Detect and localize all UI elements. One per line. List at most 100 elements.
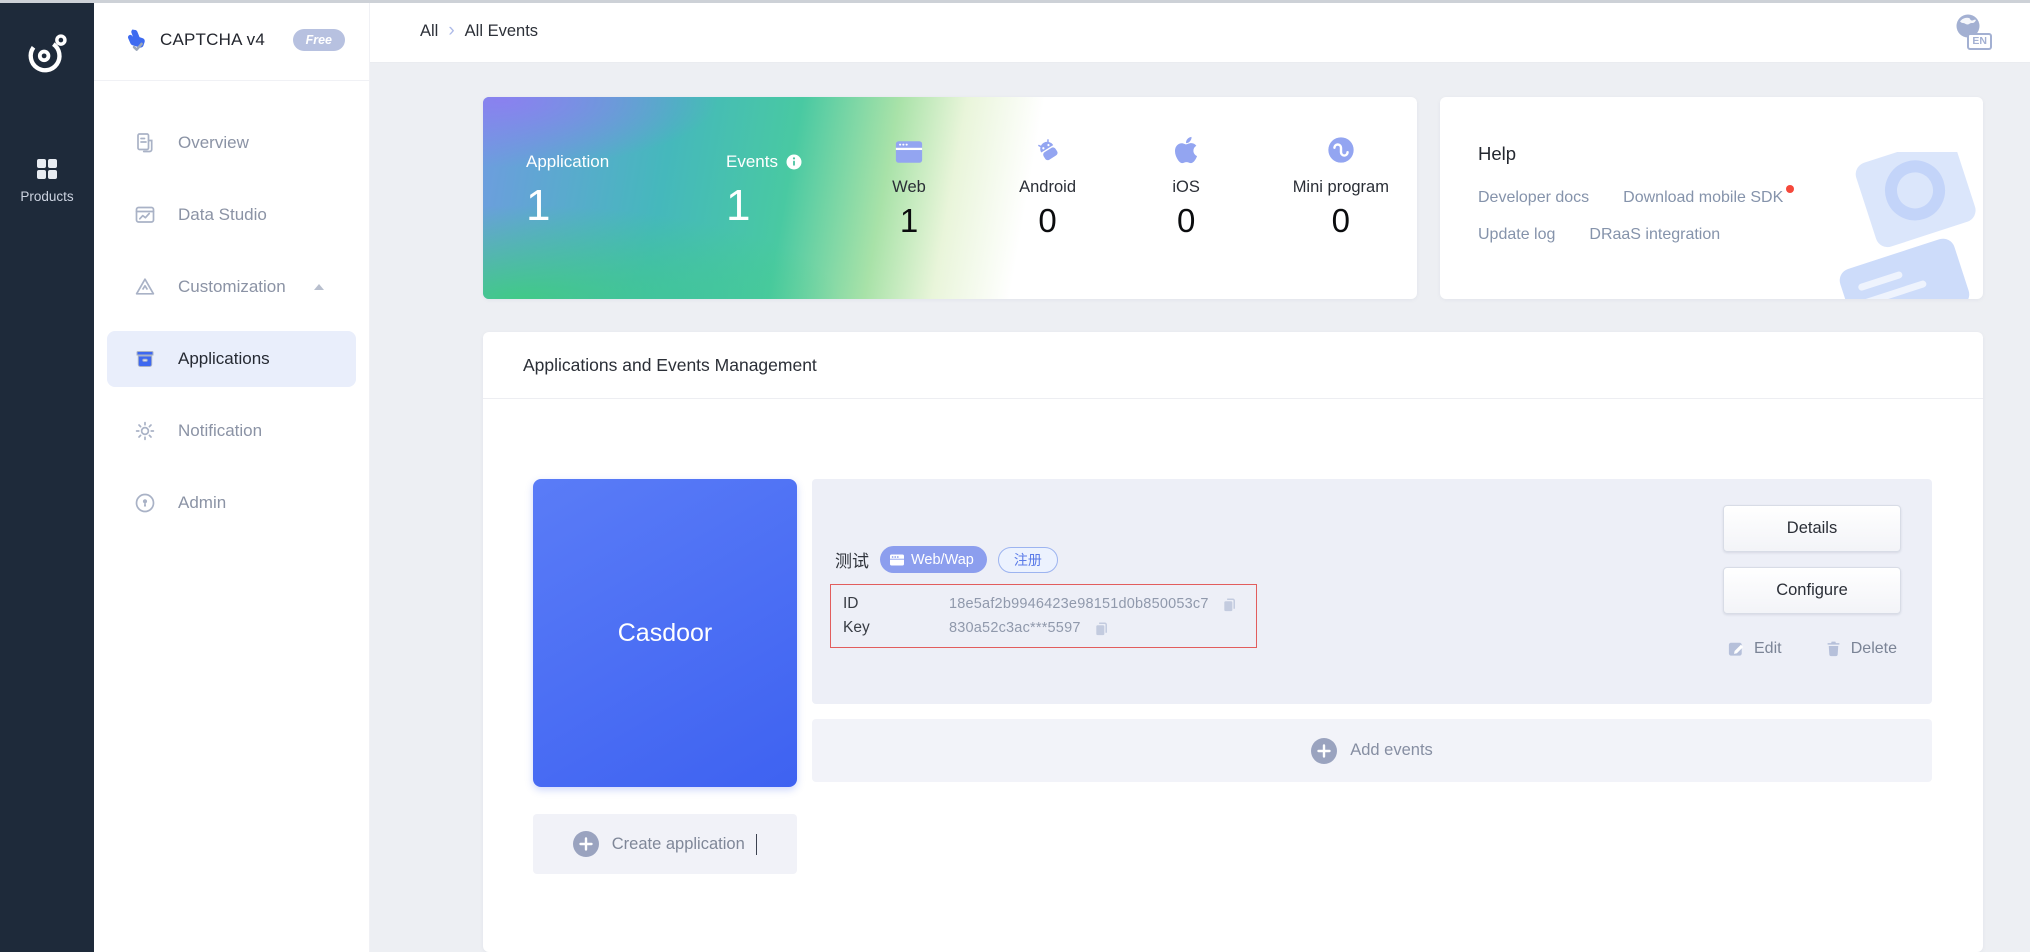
plus-icon [573,831,599,857]
key-label: Key [843,619,949,637]
link-draas-integration[interactable]: DRaaS integration [1589,226,1720,244]
link-update-log[interactable]: Update log [1478,226,1555,244]
topbar: All › All Events EN [370,0,2030,63]
captcha-product-icon [121,27,148,54]
id-label: ID [843,595,949,613]
sidebar-header: CAPTCHA v4 Free [94,0,369,81]
add-events-button[interactable]: Add events [812,719,1932,782]
info-icon[interactable] [786,154,802,170]
web-tag-icon [889,552,905,568]
sidebar-item-data-studio[interactable]: Data Studio [107,187,356,243]
platform-value: 1 [877,202,941,240]
language-switcher[interactable]: EN [1950,11,1992,51]
admin-lock-icon [133,491,157,515]
sidebar-item-customization[interactable]: Customization [107,259,356,315]
platform-stat-mini-program: Mini program 0 [1293,133,1389,240]
platform-tag[interactable]: Web/Wap [880,546,987,573]
web-browser-icon [877,133,941,165]
notification-dot [1786,185,1794,193]
gear-icon [133,419,157,443]
events-stat: Events 1 [726,152,802,228]
sidebar-item-overview[interactable]: Overview [107,115,356,171]
link-developer-docs[interactable]: Developer docs [1478,189,1589,207]
events-stat-value: 1 [726,184,802,228]
application-name: Casdoor [618,619,713,648]
main-area: All › All Events EN Application [370,0,2030,952]
platform-tag-label: Web/Wap [911,552,974,568]
app-root: Products CAPTCHA v4 Free [0,0,2030,952]
overview-icon [133,131,157,155]
breadcrumb-separator: › [448,21,454,42]
geetest-logo-icon[interactable] [24,30,70,76]
products-grid-icon [36,158,58,180]
breadcrumb: All › All Events [420,21,538,42]
link-download-mobile-sdk[interactable]: Download mobile SDK [1623,189,1783,207]
details-button[interactable]: Details [1723,505,1901,552]
help-title: Help [1478,143,1516,165]
credentials-box: ID 18e5af2b9946423e98151d0b850053c7 Key … [830,584,1257,648]
applications-icon [133,347,157,371]
key-value: 830a52c3ac***5597 [949,620,1081,636]
edit-label: Edit [1754,640,1782,658]
android-icon [1016,133,1080,165]
products-label: Products [20,189,73,204]
sidebar-item-label: Notification [178,421,262,441]
window-top-edge [0,0,2030,3]
platform-value: 0 [1154,202,1218,240]
events-stat-label: Events [726,152,778,172]
copy-key-icon[interactable] [1093,620,1110,637]
product-rail: Products [0,0,94,952]
plus-icon [1311,738,1337,764]
application-tile-casdoor[interactable]: Casdoor [533,479,797,787]
management-card: Applications and Events Management Casdo… [483,332,1983,952]
sidebar-item-notification[interactable]: Notification [107,403,356,459]
application-stat-label: Application [526,152,609,172]
language-label: EN [1967,33,1992,50]
delete-link[interactable]: Delete [1824,639,1897,658]
management-body: Casdoor 测试 Web/Wap [483,399,1983,952]
stats-card: Application 1 Events [483,97,1417,299]
create-application-label: Create application [612,835,745,854]
platform-stats: Web 1 [877,133,1389,240]
event-row: 测试 Web/Wap 注册 [812,479,1932,704]
sidebar-item-applications[interactable]: Applications [107,331,356,387]
sidebar-item-label: Admin [178,493,226,513]
platform-label: Web [877,178,941,197]
application-stat: Application 1 [526,152,609,228]
event-name: 测试 [835,547,869,572]
delete-label: Delete [1851,640,1897,658]
configure-button[interactable]: Configure [1723,567,1901,614]
product-title: CAPTCHA v4 [160,30,265,50]
sidebar: CAPTCHA v4 Free Overview [94,0,370,952]
id-value: 18e5af2b9946423e98151d0b850053c7 [949,596,1209,612]
platform-stat-ios: iOS 0 [1154,133,1218,240]
customization-icon [133,275,157,299]
sidebar-item-label: Customization [178,277,286,297]
content: Application 1 Events [370,63,2030,952]
platform-stat-web: Web 1 [877,133,941,240]
management-title: Applications and Events Management [483,332,1983,399]
platform-value: 0 [1293,202,1389,240]
platform-value: 0 [1016,202,1080,240]
sidebar-item-label: Applications [178,349,270,369]
copy-id-icon[interactable] [1221,596,1238,613]
mini-program-icon [1293,133,1389,165]
sidebar-item-label: Data Studio [178,205,267,225]
rail-item-products[interactable]: Products [20,158,73,204]
platform-stat-android: Android 0 [1016,133,1080,240]
collapse-caret-icon [314,284,324,290]
breadcrumb-current: All Events [465,22,538,41]
edit-pencil-icon [1727,639,1746,658]
trash-icon [1824,639,1843,658]
create-application-button[interactable]: Create application [533,814,797,874]
edit-link[interactable]: Edit [1727,639,1782,658]
data-studio-icon [133,203,157,227]
sidebar-item-admin[interactable]: Admin [107,475,356,531]
add-events-label: Add events [1350,741,1433,760]
sidebar-item-label: Overview [178,133,249,153]
event-type-tag[interactable]: 注册 [998,547,1058,573]
breadcrumb-root[interactable]: All [420,22,438,41]
apple-icon [1154,133,1218,165]
plan-badge: Free [293,29,345,51]
sidebar-menu: Overview Data Studio Customization [94,81,369,531]
